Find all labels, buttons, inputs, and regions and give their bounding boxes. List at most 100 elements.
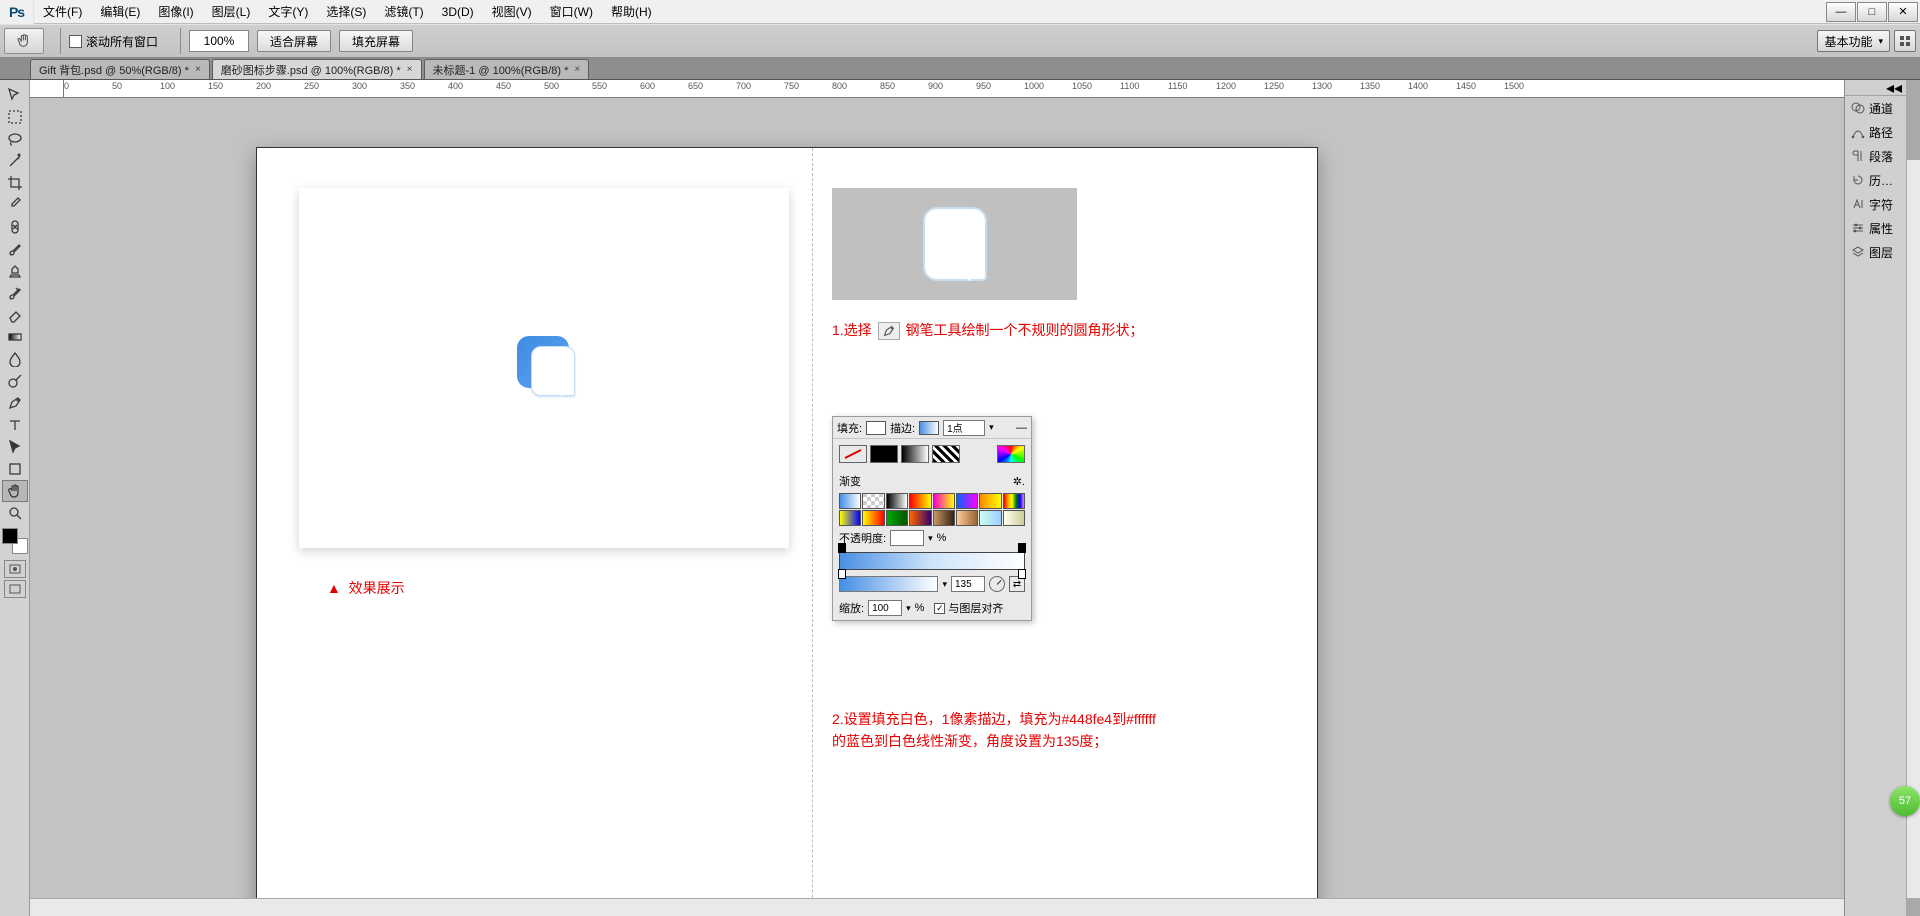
gradient-preset[interactable]: [1003, 510, 1025, 526]
gradient-fill-icon[interactable]: [901, 445, 929, 463]
dock-item-character[interactable]: 字符: [1845, 192, 1906, 216]
gradient-preset[interactable]: [1003, 493, 1025, 509]
fit-screen-button[interactable]: 适合屏幕: [257, 30, 331, 52]
dock-item-channels[interactable]: 通道: [1845, 96, 1906, 120]
stroke-swatch[interactable]: [919, 421, 939, 435]
document-tab[interactable]: 未标题-1 @ 100%(RGB/8) * ×: [424, 59, 590, 79]
move-tool[interactable]: [2, 84, 28, 106]
scroll-all-windows-checkbox[interactable]: 滚动所有窗口: [69, 33, 158, 50]
gradient-preset[interactable]: [862, 510, 884, 526]
gradient-preset[interactable]: [839, 493, 861, 509]
dock-item-history[interactable]: 历…: [1845, 168, 1906, 192]
gradient-color-stop[interactable]: [1018, 569, 1026, 579]
chevron-down-icon[interactable]: ▾: [906, 603, 911, 614]
crop-tool[interactable]: [2, 172, 28, 194]
gradient-editor-bar[interactable]: [839, 552, 1025, 570]
close-icon[interactable]: ×: [407, 64, 413, 75]
menu-edit[interactable]: 编辑(E): [91, 0, 149, 24]
menu-image[interactable]: 图像(I): [149, 0, 202, 24]
pattern-fill-icon[interactable]: [932, 445, 960, 463]
dock-item-layers[interactable]: 图层: [1845, 240, 1906, 264]
dock-item-paths[interactable]: 路径: [1845, 120, 1906, 144]
menu-view[interactable]: 视图(V): [483, 0, 541, 24]
gradient-preset[interactable]: [909, 510, 931, 526]
foreground-swatch[interactable]: [2, 528, 18, 544]
window-maximize-button[interactable]: □: [1857, 2, 1887, 22]
healing-tool[interactable]: [2, 216, 28, 238]
hand-tool[interactable]: [2, 480, 28, 502]
gradient-preset[interactable]: [839, 510, 861, 526]
horizontal-scrollbar[interactable]: [30, 898, 1844, 916]
menu-3d[interactable]: 3D(D): [433, 0, 483, 24]
menu-layer[interactable]: 图层(L): [203, 0, 260, 24]
workspace-preset-dropdown[interactable]: 基本功能 ▾: [1817, 30, 1890, 52]
quickmask-button[interactable]: [4, 560, 26, 578]
dock-item-properties[interactable]: 属性: [1845, 216, 1906, 240]
document-tab[interactable]: 磨砂图标步骤.psd @ 100%(RGB/8) * ×: [212, 59, 422, 79]
color-swatches[interactable]: [2, 528, 28, 554]
screenmode-button[interactable]: [4, 580, 26, 598]
blur-tool[interactable]: [2, 348, 28, 370]
align-to-layer-checkbox[interactable]: ✓ 与图层对齐: [934, 600, 1003, 616]
eraser-tool[interactable]: [2, 304, 28, 326]
menu-filter[interactable]: 滤镜(T): [375, 0, 432, 24]
menu-select[interactable]: 选择(S): [317, 0, 375, 24]
eyedropper-tool[interactable]: [2, 194, 28, 216]
angle-dial-icon[interactable]: [989, 576, 1005, 592]
clone-stamp-tool[interactable]: [2, 260, 28, 282]
opacity-field[interactable]: [890, 530, 924, 546]
zoom-field[interactable]: 100%: [189, 30, 249, 52]
gradient-preset[interactable]: [862, 493, 884, 509]
menu-type[interactable]: 文字(Y): [259, 0, 317, 24]
rect-marquee-tool[interactable]: [2, 106, 28, 128]
chevron-down-icon[interactable]: ▾: [942, 579, 947, 590]
window-close-button[interactable]: ✕: [1888, 2, 1918, 22]
current-tool-preset-button[interactable]: [4, 28, 44, 54]
gear-icon[interactable]: ✲.: [1013, 475, 1025, 488]
gradient-preset[interactable]: [933, 510, 955, 526]
shape-tool[interactable]: [2, 458, 28, 480]
history-brush-tool[interactable]: [2, 282, 28, 304]
canvas[interactable]: ▲ 效果展示 1.选择 钢笔工具绘制一个不规则的圆角形状； 填充: [30, 98, 1844, 916]
gradient-preset[interactable]: [979, 510, 1001, 526]
gradient-opacity-stop[interactable]: [1018, 543, 1026, 553]
dodge-tool[interactable]: [2, 370, 28, 392]
gradient-preset[interactable]: [956, 493, 978, 509]
fill-swatch[interactable]: [866, 421, 886, 435]
pen-tool[interactable]: [2, 392, 28, 414]
gradient-preset[interactable]: [886, 510, 908, 526]
gradient-preset[interactable]: [886, 493, 908, 509]
stroke-width-field[interactable]: 1点: [943, 420, 985, 436]
menu-window[interactable]: 窗口(W): [541, 0, 602, 24]
zoom-tool[interactable]: [2, 502, 28, 524]
gradient-opacity-stop[interactable]: [838, 543, 846, 553]
gradient-preset[interactable]: [933, 493, 955, 509]
menu-help[interactable]: 帮助(H): [602, 0, 661, 24]
panel-menu-button[interactable]: [1894, 30, 1916, 52]
fill-screen-button[interactable]: 填充屏幕: [339, 30, 413, 52]
no-fill-icon[interactable]: [839, 445, 867, 463]
solid-fill-icon[interactable]: [870, 445, 898, 463]
gradient-preset[interactable]: [909, 493, 931, 509]
close-icon[interactable]: ×: [574, 64, 580, 75]
document-tab[interactable]: Gift 背包.psd @ 50%(RGB/8) * ×: [30, 59, 210, 79]
brush-tool[interactable]: [2, 238, 28, 260]
gradient-style-dropdown[interactable]: [839, 576, 938, 592]
gradient-tool[interactable]: [2, 326, 28, 348]
magic-wand-tool[interactable]: [2, 150, 28, 172]
color-picker-icon[interactable]: [997, 445, 1025, 463]
type-tool[interactable]: [2, 414, 28, 436]
path-select-tool[interactable]: [2, 436, 28, 458]
chevron-down-icon[interactable]: ▾: [928, 533, 933, 544]
gradient-preset[interactable]: [956, 510, 978, 526]
dock-collapse-button[interactable]: ◂◂: [1845, 80, 1906, 96]
window-minimize-button[interactable]: —: [1826, 2, 1856, 22]
gradient-color-stop[interactable]: [838, 569, 846, 579]
scale-field[interactable]: 100: [868, 600, 902, 616]
dock-item-paragraph[interactable]: 段落: [1845, 144, 1906, 168]
lasso-tool[interactable]: [2, 128, 28, 150]
chevron-down-icon[interactable]: ▾: [989, 422, 994, 433]
menu-file[interactable]: 文件(F): [34, 0, 91, 24]
angle-field[interactable]: 135: [951, 576, 985, 592]
gradient-preset[interactable]: [979, 493, 1001, 509]
